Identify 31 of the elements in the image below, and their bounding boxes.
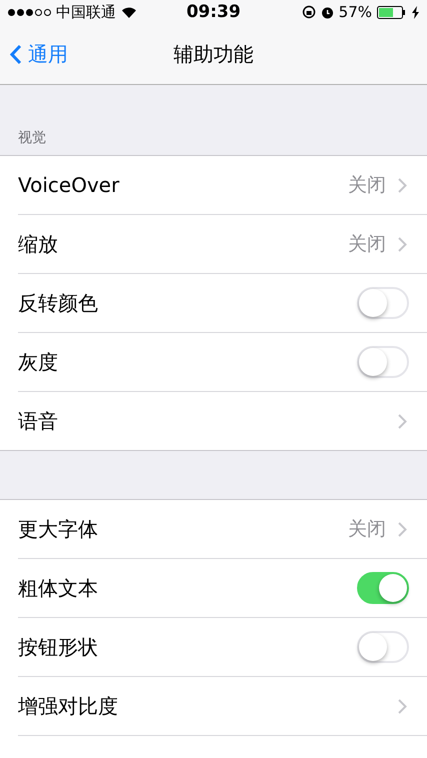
wifi-icon bbox=[121, 6, 137, 18]
row-label: 灰度 bbox=[18, 348, 59, 376]
back-chevron-icon bbox=[10, 44, 22, 64]
signal-icon bbox=[8, 8, 51, 16]
row-value: 关闭 bbox=[348, 173, 386, 198]
chevron-icon bbox=[398, 698, 407, 714]
row-value: 关闭 bbox=[348, 517, 386, 542]
row-label[interactable]: 缩放 bbox=[18, 230, 348, 258]
row-label[interactable]: 语音 bbox=[18, 408, 398, 434]
alarm-icon bbox=[320, 6, 334, 18]
carrier-name: 中国联通 bbox=[56, 2, 116, 22]
back-button[interactable]: 通用 bbox=[0, 40, 120, 68]
row-label[interactable]: 更大字体 bbox=[18, 516, 348, 542]
battery-percent: 57% bbox=[338, 3, 372, 21]
clock-time: 09:39 bbox=[186, 2, 241, 22]
chevron-icon bbox=[398, 236, 407, 252]
row-value: 关闭 bbox=[348, 232, 386, 257]
row-label: 按钮形状 bbox=[18, 634, 99, 660]
charging-icon bbox=[412, 6, 419, 18]
battery-icon bbox=[377, 6, 407, 18]
chevron-icon bbox=[398, 178, 407, 192]
chevron-icon bbox=[398, 414, 407, 428]
row-label[interactable]: VoiceOver bbox=[18, 173, 348, 197]
row-label[interactable]: 增强对比度 bbox=[18, 692, 398, 720]
section-header: 视觉 bbox=[18, 130, 46, 146]
chevron-icon bbox=[398, 522, 407, 536]
row-label: 粗体文本 bbox=[18, 574, 99, 602]
page-title: 辅助功能 bbox=[172, 40, 254, 68]
row-label: 反转颜色 bbox=[18, 290, 99, 316]
rotation-lock-icon bbox=[302, 5, 316, 19]
toggle-switch[interactable] bbox=[357, 572, 409, 604]
